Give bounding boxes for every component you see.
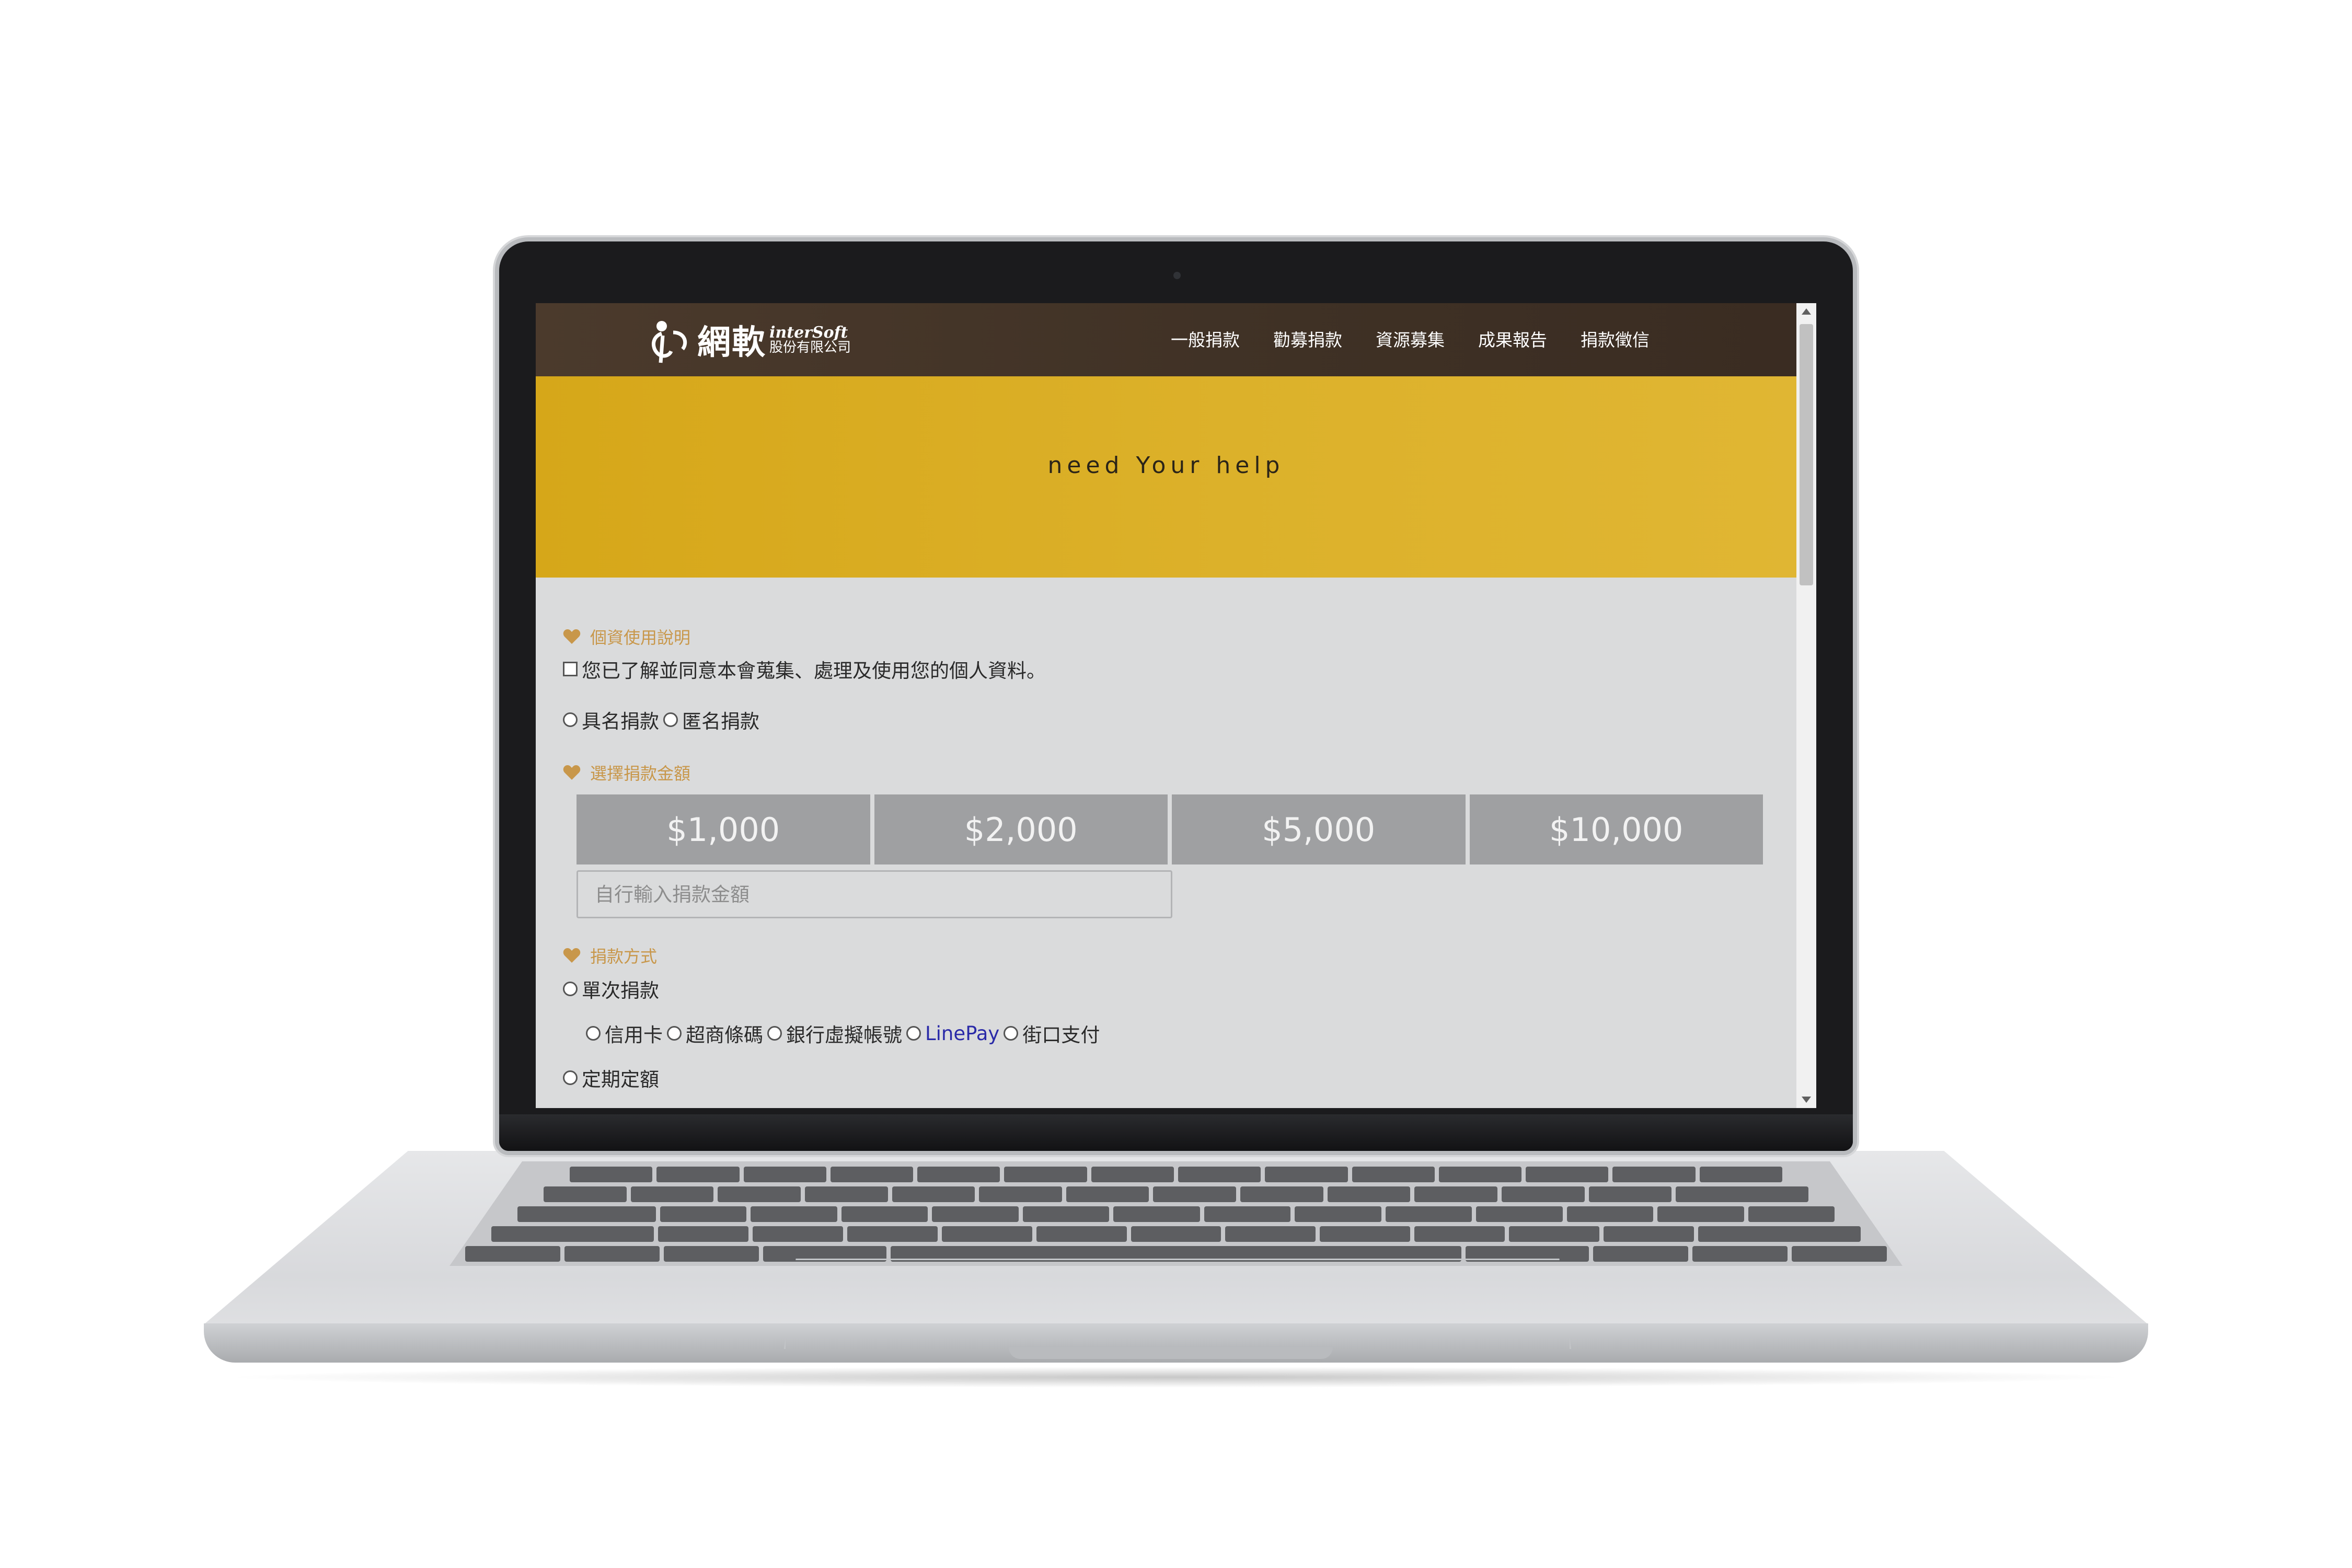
identity-options: 具名捐款 匿名捐款 <box>563 706 764 734</box>
radio-icon <box>586 1026 601 1041</box>
radio-label: LinePay <box>925 1022 1000 1045</box>
radio-icon <box>563 1070 578 1085</box>
radio-label: 單次捐款 <box>582 979 659 1002</box>
custom-amount-input[interactable] <box>577 870 1172 918</box>
radio-single-donation[interactable]: 單次捐款 <box>563 975 659 1003</box>
nav-item-general-donation[interactable]: 一般捐款 <box>1171 327 1240 353</box>
radio-jkopay[interactable]: 街口支付 <box>1004 1019 1100 1047</box>
browser-viewport: 網軟 interSoft 股份有限公司 一般捐款 勸募捐款 資源募集 成果報告 … <box>536 303 1816 1108</box>
donation-page: 網軟 interSoft 股份有限公司 一般捐款 勸募捐款 資源募集 成果報告 … <box>536 303 1796 1108</box>
recurring-donation-row: 定期定額 <box>563 1064 663 1092</box>
radio-label: 超商條碼 <box>686 1024 763 1046</box>
single-donation-row: 單次捐款 <box>563 975 663 1003</box>
consent-label[interactable]: 您已了解並同意本會蒐集、處理及使用您的個人資料。 <box>582 655 1046 683</box>
radio-label: 定期定額 <box>582 1068 659 1091</box>
donation-form: 個資使用說明 您已了解並同意本會蒐集、處理及使用您的個人資料。 具名捐款 匿名捐… <box>536 578 1796 1108</box>
amount-button-10000[interactable]: $10,000 <box>1469 794 1763 864</box>
radio-label: 具名捐款 <box>582 710 659 733</box>
top-navbar: 網軟 interSoft 股份有限公司 一般捐款 勸募捐款 資源募集 成果報告 … <box>536 303 1796 376</box>
logo-company: 股份有限公司 <box>769 340 851 356</box>
hero-banner: need Your help <box>536 376 1796 578</box>
privacy-heading: 個資使用說明 <box>563 625 690 649</box>
radio-icon <box>663 712 678 727</box>
nav-item-resources[interactable]: 資源募集 <box>1376 327 1445 353</box>
trackpad <box>784 1259 1571 1349</box>
vertical-scrollbar[interactable] <box>1796 303 1816 1108</box>
privacy-heading-text: 個資使用說明 <box>590 628 691 648</box>
logo-en: interSoft <box>769 323 848 342</box>
main-nav: 一般捐款 勸募捐款 資源募集 成果報告 捐款徵信 <box>1171 327 1683 353</box>
radio-icon <box>667 1026 682 1041</box>
radio-convenience-store[interactable]: 超商條碼 <box>667 1019 763 1047</box>
radio-label: 銀行虛擬帳號 <box>786 1024 902 1046</box>
radio-icon <box>767 1026 782 1041</box>
scroll-up-icon[interactable] <box>1802 308 1811 315</box>
hero-text: need Your help <box>1047 452 1285 479</box>
nav-item-donation-records[interactable]: 捐款徵信 <box>1581 327 1650 353</box>
laptop-notch <box>1009 1347 1333 1359</box>
radio-credit-card[interactable]: 信用卡 <box>586 1019 663 1047</box>
scroll-thumb[interactable] <box>1800 324 1813 585</box>
camera-icon <box>1173 272 1181 279</box>
radio-linepay[interactable]: LinePay <box>906 1022 999 1045</box>
laptop-mockup: 網軟 interSoft 股份有限公司 一般捐款 勸募捐款 資源募集 成果報告 … <box>0 0 2352 1568</box>
heart-icon <box>563 765 581 780</box>
radio-recurring-donation[interactable]: 定期定額 <box>563 1064 659 1092</box>
radio-icon <box>906 1026 921 1041</box>
amount-heading-text: 選擇捐款金額 <box>590 764 691 783</box>
radio-label: 信用卡 <box>605 1024 663 1046</box>
amount-button-1000[interactable]: $1,000 <box>577 794 870 864</box>
amount-button-2000[interactable]: $2,000 <box>874 794 1168 864</box>
method-heading: 捐款方式 <box>563 943 657 967</box>
nav-item-fundraising[interactable]: 勸募捐款 <box>1273 327 1342 353</box>
amount-button-5000[interactable]: $5,000 <box>1172 794 1466 864</box>
consent-row: 您已了解並同意本會蒐集、處理及使用您的個人資料。 <box>563 655 1046 683</box>
radio-bank-virtual-account[interactable]: 銀行虛擬帳號 <box>767 1019 902 1047</box>
amount-heading: 選擇捐款金額 <box>563 760 690 785</box>
radio-label: 街口支付 <box>1022 1024 1100 1046</box>
radio-named-donation[interactable]: 具名捐款 <box>563 706 659 734</box>
nav-item-reports[interactable]: 成果報告 <box>1478 327 1547 353</box>
radio-label: 匿名捐款 <box>682 710 759 733</box>
method-heading-text: 捐款方式 <box>590 947 658 966</box>
amount-options: $1,000 $2,000 $5,000 $10,000 <box>577 794 1763 864</box>
person-logo-icon <box>648 315 695 365</box>
site-logo[interactable]: 網軟 interSoft 股份有限公司 <box>648 315 868 365</box>
radio-icon <box>563 712 578 727</box>
laptop-hinge <box>499 1114 1853 1151</box>
logo-name: 網軟 <box>697 324 766 362</box>
laptop-shadow <box>220 1367 2132 1388</box>
payment-options: 信用卡 超商條碼 銀行虛擬帳號 LinePay 街口支付 <box>586 1019 1104 1047</box>
radio-icon <box>563 982 578 996</box>
radio-icon <box>1004 1026 1019 1041</box>
consent-checkbox[interactable] <box>563 662 578 676</box>
heart-icon <box>563 629 581 644</box>
heart-icon <box>563 948 581 963</box>
scroll-down-icon[interactable] <box>1802 1097 1811 1103</box>
radio-anonymous-donation[interactable]: 匿名捐款 <box>663 706 759 734</box>
